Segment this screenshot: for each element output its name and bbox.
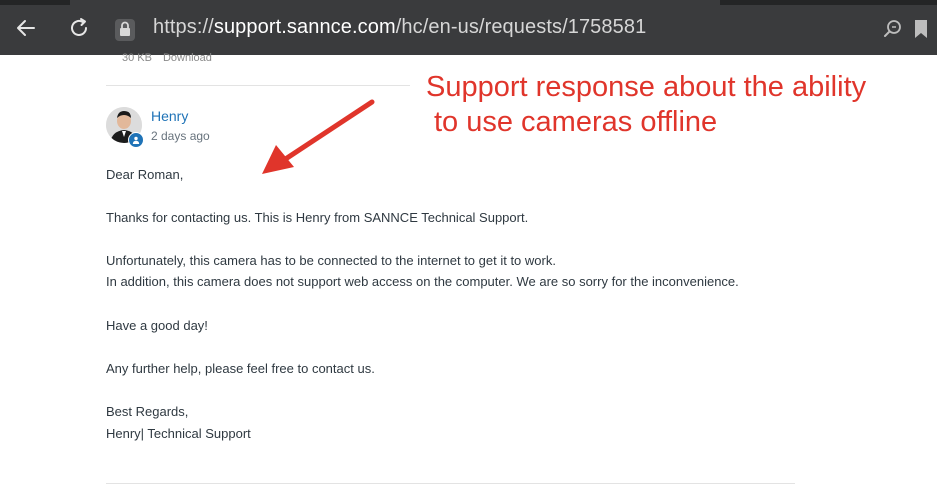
divider — [106, 85, 410, 86]
comment-line: Thanks for contacting us. This is Henry … — [106, 210, 529, 225]
annotation-line-1: Support response about the ability — [426, 71, 867, 103]
reload-icon — [71, 18, 87, 36]
url-scheme: https:// — [153, 16, 214, 38]
comment-line: Henry| Technical Support — [106, 426, 251, 441]
comment-line: In addition, this camera does not suppor… — [106, 274, 739, 289]
comment-line: Best Regards, — [106, 404, 189, 419]
page-content: 30 KB Download Henry 2 days ago Dear Roma… — [0, 52, 937, 489]
comment-line: Any further help, please feel free to co… — [106, 361, 375, 376]
search-page-icon[interactable] — [882, 18, 904, 40]
annotation-text: Support response about the ability to us… — [426, 70, 926, 140]
comment-timestamp: 2 days ago — [151, 129, 210, 143]
divider — [106, 483, 795, 484]
comment-author[interactable]: Henry — [151, 108, 188, 124]
comment-line: Dear Roman, — [106, 167, 184, 182]
comment-line: Have a good day! — [106, 318, 208, 333]
browser-toolbar: https://support.sannce.com/hc/en-us/requ… — [0, 0, 937, 55]
tab-strip-edge — [0, 0, 70, 5]
annotation-arrow-icon — [262, 99, 375, 174]
bookmark-icon[interactable] — [910, 18, 932, 40]
back-button[interactable] — [12, 14, 40, 42]
reload-button[interactable] — [65, 14, 93, 42]
agent-badge-icon — [128, 132, 144, 148]
url-path: /hc/en-us/requests/1758581 — [395, 16, 647, 38]
annotation-line-2: to use cameras offline — [434, 106, 718, 138]
address-bar-url[interactable]: https://support.sannce.com/hc/en-us/requ… — [153, 16, 646, 39]
back-arrow-icon — [17, 20, 35, 36]
tab-strip-edge — [720, 0, 937, 5]
url-host: support.sannce.com — [213, 16, 396, 38]
attachment-size: 30 KB — [122, 52, 152, 64]
download-link[interactable]: Download — [163, 52, 212, 64]
lock-icon[interactable] — [110, 15, 140, 45]
attachment-meta: 30 KB Download — [122, 52, 212, 64]
comment-line: Unfortunately, this camera has to be con… — [106, 253, 556, 268]
